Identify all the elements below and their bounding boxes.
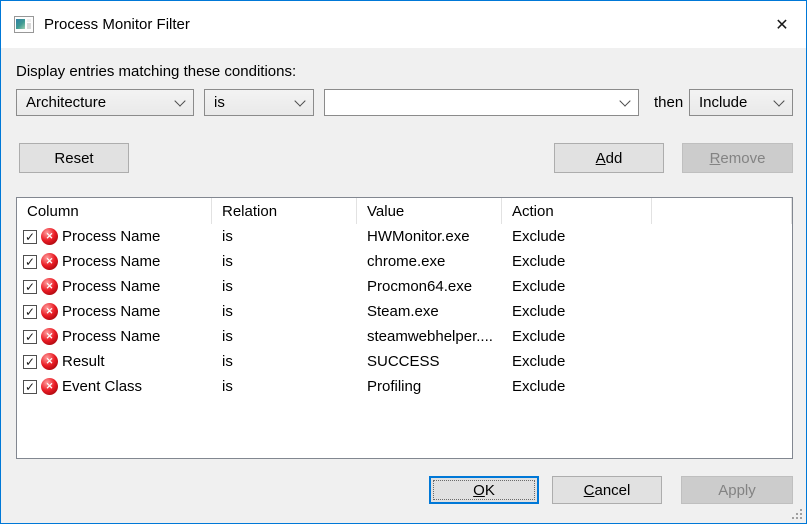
close-icon: ✕ <box>775 15 788 35</box>
row-column-label: Process Name <box>62 278 160 295</box>
exclude-icon: ✕ <box>41 228 58 245</box>
table-row[interactable]: ✓ ✕ Process Name is chrome.exe Exclude <box>17 249 792 274</box>
table-row[interactable]: ✓ ✕ Result is SUCCESS Exclude <box>17 349 792 374</box>
row-checkbox[interactable]: ✓ <box>23 355 37 369</box>
row-relation: is <box>212 278 357 295</box>
row-relation: is <box>212 353 357 370</box>
table-row[interactable]: ✓ ✕ Process Name is steamwebhelper.... E… <box>17 324 792 349</box>
row-column-label: Result <box>62 353 105 370</box>
header-value[interactable]: Value <box>357 198 502 224</box>
titlebar[interactable]: Process Monitor Filter ✕ <box>1 1 806 48</box>
value-combobox[interactable] <box>324 89 639 116</box>
exclude-icon: ✕ <box>41 278 58 295</box>
close-button[interactable]: ✕ <box>758 1 806 48</box>
row-action: Exclude <box>502 303 652 320</box>
row-value: HWMonitor.exe <box>357 228 502 245</box>
row-column-label: Process Name <box>62 303 160 320</box>
then-label: then <box>654 94 683 111</box>
row-action: Exclude <box>502 228 652 245</box>
row-checkbox[interactable]: ✓ <box>23 255 37 269</box>
row-value: steamwebhelper.... <box>357 328 502 345</box>
table-row[interactable]: ✓ ✕ Event Class is Profiling Exclude <box>17 374 792 399</box>
check-icon: ✓ <box>25 231 35 243</box>
row-value: SUCCESS <box>357 353 502 370</box>
row-column-label: Process Name <box>62 253 160 270</box>
exclude-icon: ✕ <box>41 328 58 345</box>
exclude-icon: ✕ <box>41 353 58 370</box>
filter-list[interactable]: Column Relation Value Action ✓ ✕ Process… <box>16 197 793 459</box>
row-value: Profiling <box>357 378 502 395</box>
row-action: Exclude <box>502 278 652 295</box>
row-checkbox[interactable]: ✓ <box>23 380 37 394</box>
ok-button[interactable]: OK <box>429 476 539 504</box>
chevron-down-icon <box>294 95 305 106</box>
row-relation: is <box>212 328 357 345</box>
header-relation[interactable]: Relation <box>212 198 357 224</box>
column-dropdown[interactable]: Architecture <box>16 89 194 116</box>
table-row[interactable]: ✓ ✕ Process Name is Procmon64.exe Exclud… <box>17 274 792 299</box>
reset-button[interactable]: Reset <box>19 143 129 173</box>
window-title: Process Monitor Filter <box>44 16 190 33</box>
instructions-label: Display entries matching these condition… <box>16 63 296 80</box>
check-icon: ✓ <box>25 306 35 318</box>
process-monitor-filter-dialog: Process Monitor Filter ✕ Display entries… <box>0 0 807 524</box>
row-checkbox[interactable]: ✓ <box>23 305 37 319</box>
exclude-icon: ✕ <box>41 303 58 320</box>
row-value: Procmon64.exe <box>357 278 502 295</box>
header-column[interactable]: Column <box>17 198 212 224</box>
row-checkbox[interactable]: ✓ <box>23 330 37 344</box>
chevron-down-icon <box>619 95 630 106</box>
row-relation: is <box>212 378 357 395</box>
check-icon: ✓ <box>25 281 35 293</box>
chevron-down-icon <box>174 95 185 106</box>
row-column-label: Process Name <box>62 228 160 245</box>
remove-button[interactable]: Remove <box>682 143 793 173</box>
exclude-icon: ✕ <box>41 378 58 395</box>
check-icon: ✓ <box>25 256 35 268</box>
header-action[interactable]: Action <box>502 198 652 224</box>
row-action: Exclude <box>502 378 652 395</box>
row-checkbox[interactable]: ✓ <box>23 280 37 294</box>
table-row[interactable]: ✓ ✕ Process Name is Steam.exe Exclude <box>17 299 792 324</box>
relation-dropdown-value: is <box>214 94 225 111</box>
check-icon: ✓ <box>25 381 35 393</box>
add-button[interactable]: Add <box>554 143 664 173</box>
apply-button[interactable]: Apply <box>681 476 793 504</box>
row-relation: is <box>212 228 357 245</box>
app-icon <box>14 16 34 33</box>
relation-dropdown[interactable]: is <box>204 89 314 116</box>
action-dropdown-value: Include <box>699 94 747 111</box>
row-action: Exclude <box>502 253 652 270</box>
row-value: Steam.exe <box>357 303 502 320</box>
row-column-label: Process Name <box>62 328 160 345</box>
chevron-down-icon <box>773 95 784 106</box>
row-checkbox[interactable]: ✓ <box>23 230 37 244</box>
row-value: chrome.exe <box>357 253 502 270</box>
row-relation: is <box>212 303 357 320</box>
check-icon: ✓ <box>25 331 35 343</box>
list-header: Column Relation Value Action <box>17 198 792 224</box>
resize-grip[interactable] <box>790 507 803 520</box>
row-action: Exclude <box>502 328 652 345</box>
table-row[interactable]: ✓ ✕ Process Name is HWMonitor.exe Exclud… <box>17 224 792 249</box>
header-spacer <box>652 198 792 224</box>
column-dropdown-value: Architecture <box>26 94 106 111</box>
row-relation: is <box>212 253 357 270</box>
row-column-label: Event Class <box>62 378 142 395</box>
action-dropdown[interactable]: Include <box>689 89 793 116</box>
cancel-button[interactable]: Cancel <box>552 476 662 504</box>
check-icon: ✓ <box>25 356 35 368</box>
row-action: Exclude <box>502 353 652 370</box>
exclude-icon: ✕ <box>41 253 58 270</box>
